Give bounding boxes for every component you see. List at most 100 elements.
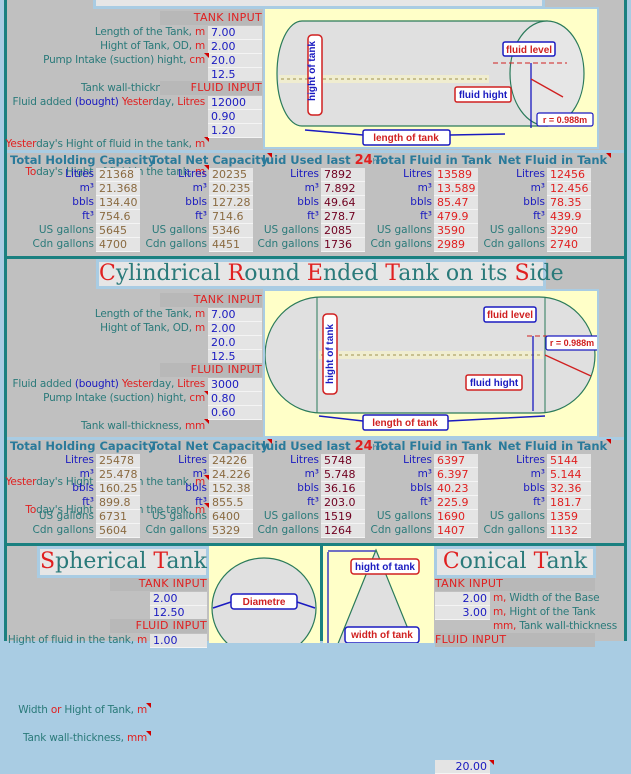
unit-label: Litres: [65, 168, 94, 180]
input-section-heading: TANK INPUT: [110, 577, 207, 591]
unit-label: US gallons: [151, 510, 207, 522]
input-value-cell[interactable]: 0.90: [208, 110, 262, 124]
input-value-cell[interactable]: 3.00: [435, 606, 490, 620]
result-value: 2085: [321, 224, 365, 238]
result-value: 439.9: [547, 210, 591, 224]
label-part: Net Fluid in Tank: [498, 439, 608, 453]
column-header: Total Holding Capacity: [10, 439, 155, 453]
input-value-cell[interactable]: 1.00: [150, 634, 207, 648]
input-value-cell[interactable]: 2.00: [435, 592, 490, 606]
label-part: T: [153, 549, 167, 574]
column-header: luid Used last 24hrs: [262, 153, 385, 169]
input-label: Hight of fluid in the tank, m: [8, 633, 147, 647]
unit-label: bbls: [523, 482, 545, 494]
label-part: cm: [189, 54, 205, 66]
unit-label: Litres: [403, 454, 432, 466]
label-part: ylindrical: [115, 261, 228, 286]
label-part: S: [514, 261, 530, 286]
label-part: Total Fluid in Tank: [374, 153, 492, 167]
conical-title: Conical Tank: [434, 546, 596, 578]
input-label: mm, Tank wall-thickness: [493, 619, 617, 633]
input-value-cell[interactable]: 12.5: [208, 350, 262, 364]
label-part: luid Used last: [262, 153, 355, 167]
result-value: 25.478: [96, 468, 140, 482]
input-section-heading: FLUID INPUT: [435, 633, 595, 647]
length-of-tank-label: length of tank: [372, 418, 438, 429]
result-value: 24226: [209, 454, 253, 468]
input-value-cell[interactable]: 7.00: [208, 26, 262, 40]
label-part: Litres: [177, 96, 205, 108]
column-header: Net Fluid in Tank: [498, 153, 612, 167]
label-part: Hight of Tank, OD,: [100, 40, 195, 52]
input-label: m, Hight of the Tank: [493, 605, 596, 619]
result-value: 24.226: [209, 468, 253, 482]
width-of-tank-label: width of tank: [350, 630, 413, 641]
input-value-cell[interactable]: 7.00: [208, 308, 262, 322]
label-part: Yester: [5, 138, 37, 150]
input-section-heading: FLUID INPUT: [160, 363, 262, 377]
unit-label: m³: [417, 468, 432, 480]
label-part: 24: [354, 153, 373, 168]
label-part: day's Hight of fluid in the tank,: [36, 138, 195, 150]
input-label: Length of the Tank, m: [95, 25, 205, 39]
result-value: 7.892: [321, 182, 365, 196]
round-ended-diagram: hight of tank fluid level fluid hight r …: [263, 289, 600, 438]
input-label: Length of the Tank, m: [95, 307, 205, 321]
input-value-cell[interactable]: 0.80: [208, 392, 262, 406]
label-part: mm,: [493, 620, 520, 632]
input-value-cell[interactable]: 20.0: [208, 54, 262, 68]
sphere-drawing: Diametre: [211, 557, 317, 659]
unit-label: Cdn gallons: [257, 524, 319, 536]
input-section-heading: TANK INPUT: [160, 11, 262, 25]
label-part: m: [194, 322, 205, 334]
label-part: Hight of Tank,: [61, 704, 137, 716]
unit-label: Cdn gallons: [483, 238, 545, 250]
unit-label: Litres: [516, 454, 545, 466]
spherical-title: Spherical Tank: [37, 546, 209, 578]
unit-label: m³: [79, 182, 94, 194]
input-section-heading: FLUID INPUT: [110, 619, 207, 633]
input-value-cell[interactable]: 3000: [208, 378, 262, 392]
radius-label: r = 0.988m: [550, 338, 594, 348]
input-value-cell[interactable]: 2.00: [208, 40, 262, 54]
fluid-hight-label: fluid hight: [459, 90, 508, 101]
input-value-cell[interactable]: 12.5: [208, 68, 262, 82]
result-value: 5748: [321, 454, 365, 468]
label-part: Tank wall-thickness,: [81, 420, 185, 432]
result-value: 714.6: [209, 210, 253, 224]
unit-label: ft³: [307, 210, 319, 222]
label-part: Net Fluid in Tank: [498, 153, 608, 167]
input-label: Fluid added (bought) Yesterday, Litres: [13, 377, 206, 391]
input-value-cell[interactable]: 12000: [208, 96, 262, 110]
result-value: 25478: [96, 454, 140, 468]
input-value-cell[interactable]: 2.00: [150, 592, 207, 606]
label-part: (bought): [74, 96, 122, 108]
unit-label: US gallons: [489, 510, 545, 522]
unit-label: bbls: [72, 482, 94, 494]
label-part: C: [99, 261, 116, 286]
unit-label: Litres: [65, 454, 94, 466]
input-value-cell[interactable]: 1.20: [208, 124, 262, 138]
label-part: or: [50, 704, 62, 716]
unit-label: Cdn gallons: [370, 524, 432, 536]
input-value-cell[interactable]: 2.00: [208, 322, 262, 336]
section2-title: Cylindrical Round Ended Tank on its Side: [96, 259, 564, 289]
input-value-cell[interactable]: 20.00: [435, 760, 494, 774]
unit-label: ft³: [82, 496, 94, 508]
column-header: Net Fluid in Tank: [498, 439, 612, 453]
input-value-cell[interactable]: 12.50: [150, 606, 207, 620]
fluid-level-label: fluid level: [506, 45, 552, 56]
input-section-heading: FLUID INPUT: [160, 81, 262, 95]
result-value: 3290: [547, 224, 591, 238]
input-value-cell[interactable]: 20.0: [208, 336, 262, 350]
result-value: 225.9: [434, 496, 478, 510]
label-part: To: [25, 166, 37, 178]
unit-label: ft³: [533, 496, 545, 508]
input-value-cell[interactable]: 0.60: [208, 406, 262, 420]
label-part: Hight of Tank, OD,: [100, 322, 195, 334]
result-value: 479.9: [434, 210, 478, 224]
unit-label: m³: [530, 468, 545, 480]
result-value: 899.8: [96, 496, 140, 510]
label-part: mm: [184, 420, 205, 432]
label-part: Length of the Tank,: [94, 26, 195, 38]
